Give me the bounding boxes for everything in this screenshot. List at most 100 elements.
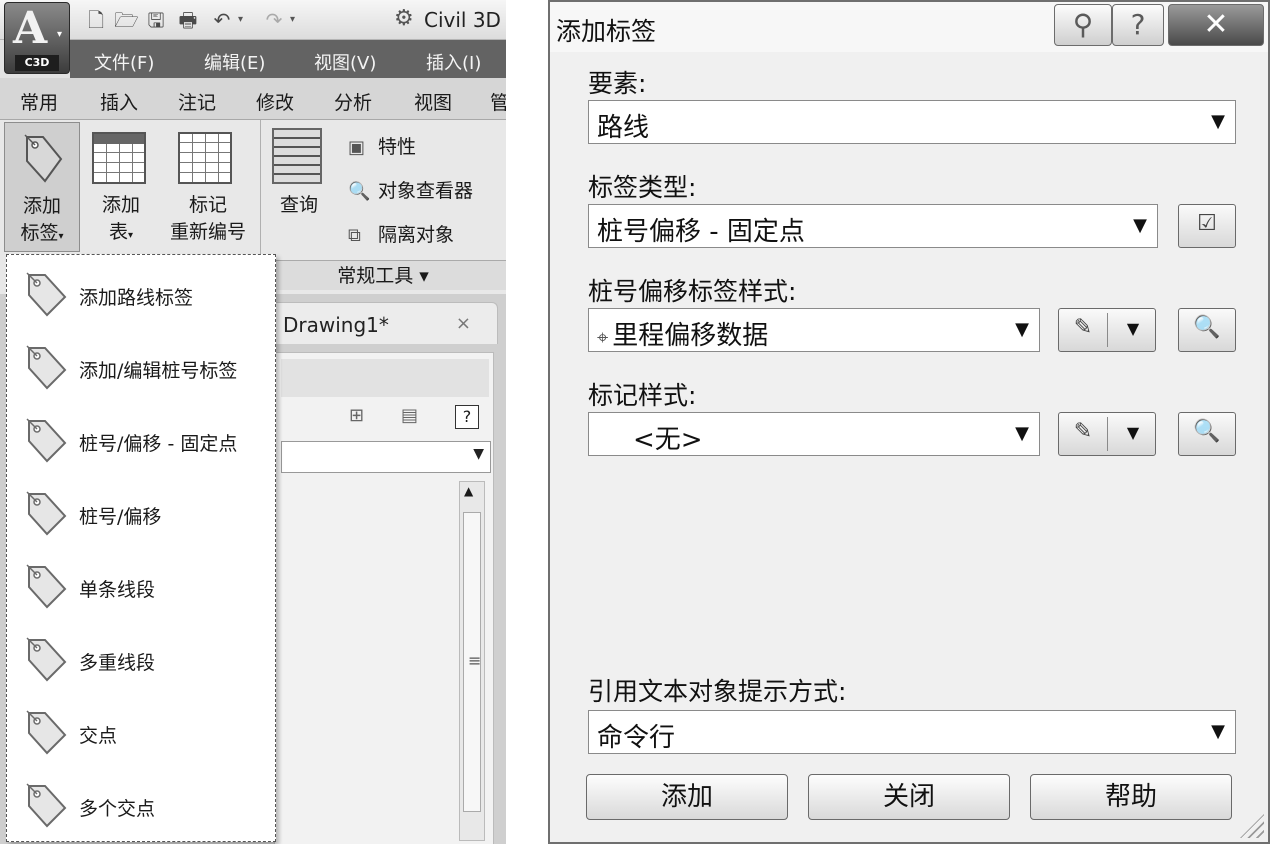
label-type-dropdown[interactable]: 桩号偏移 - 固定点 ▼ xyxy=(588,204,1158,248)
tab-manage[interactable]: 管 xyxy=(490,88,506,115)
preview-magnifier-icon: 🔍 xyxy=(1193,315,1221,340)
add-labels-label-line1: 添加 xyxy=(22,195,61,217)
menu-item-intersection[interactable]: 交点 xyxy=(7,697,275,769)
close-icon: ✕ xyxy=(1203,7,1229,42)
redo-dropdown-icon[interactable]: ▾ xyxy=(290,8,295,32)
new-file-icon[interactable]: 🗋 xyxy=(84,8,108,32)
inquiry-button[interactable]: 查询 xyxy=(264,122,334,252)
add-tables-button[interactable]: 添加 表▾ xyxy=(86,122,156,252)
print-icon[interactable]: 🖶 xyxy=(176,8,200,32)
drawing-tab[interactable]: Drawing1* × xyxy=(266,302,498,344)
preview-magnifier-icon: 🔍 xyxy=(1193,419,1221,444)
tab-view[interactable]: 视图 xyxy=(414,88,452,115)
menu-item-add-edit-station-labels[interactable]: 添加/编辑桩号标签 xyxy=(7,332,275,404)
menu-item-add-alignment-labels[interactable]: 添加路线标签 xyxy=(7,259,275,331)
reference-text-prompt-value: 命令行 xyxy=(597,723,676,753)
marker-style-dropdown[interactable]: <无> ▼ xyxy=(588,412,1040,456)
tab-modify[interactable]: 修改 xyxy=(256,88,294,115)
menu-item-station-offset-fixed-point[interactable]: 桩号/偏移 - 固定点 xyxy=(7,405,275,477)
feature-dropdown[interactable]: 路线 ▼ xyxy=(588,100,1236,144)
chevron-down-icon: ▼ xyxy=(1211,721,1225,742)
general-tools-panel-title[interactable]: 常规工具 ▾ xyxy=(260,260,506,290)
station-style-preview-button[interactable]: 🔍 xyxy=(1178,308,1236,352)
menu-item-station-offset[interactable]: 桩号/偏移 xyxy=(7,478,275,550)
logo-badge: C3D xyxy=(15,55,59,71)
add-button[interactable]: 添加 xyxy=(586,774,788,820)
tab-annotate[interactable]: 注记 xyxy=(178,88,216,115)
toolspace-scrollbar[interactable]: ▲ ≡ xyxy=(459,481,485,841)
renumber-tags-button[interactable]: 标记 重新编号 xyxy=(160,122,256,252)
edit-style-icon: ✎ xyxy=(1073,315,1093,340)
label-type-label: 标签类型: xyxy=(588,173,697,202)
chevron-down-icon: ▼ xyxy=(1015,319,1029,340)
station-offset-style-text: 里程偏移数据 xyxy=(612,321,769,351)
item-view-icon[interactable]: ⊞ xyxy=(349,405,364,426)
workspace-name[interactable]: Civil 3D xyxy=(424,8,501,32)
chevron-down-icon[interactable]: ▼ xyxy=(1111,423,1155,442)
help-icon[interactable]: ? xyxy=(455,405,479,429)
undo-icon[interactable]: ↷ xyxy=(210,8,234,32)
isolate-objects-label: 隔离对象 xyxy=(378,224,455,246)
label-type-list-button[interactable]: ☑ xyxy=(1178,204,1236,248)
label-tag-icon xyxy=(26,637,67,682)
menu-item-label: 桩号/偏移 - 固定点 xyxy=(79,433,238,455)
station-offset-style-dropdown[interactable]: ⌖ 里程偏移数据 ▼ xyxy=(588,308,1040,352)
undo-dropdown-icon[interactable]: ▾ xyxy=(238,8,243,32)
scrollbar-thumb[interactable]: ≡ xyxy=(463,512,481,812)
toolspace-view-dropdown[interactable]: ▼ xyxy=(281,441,491,473)
ribbon-tabs: 常用 插入 注记 修改 分析 视图 管 xyxy=(0,78,506,120)
menu-item-single-segment[interactable]: 单条线段 xyxy=(7,551,275,623)
menu-file[interactable]: 文件(F) xyxy=(94,49,154,75)
isolate-objects-button[interactable]: ⧉ 隔离对象 xyxy=(348,220,454,247)
marker-style-label: 标记样式: xyxy=(588,381,697,410)
help-icon: ? xyxy=(1130,8,1146,41)
menu-item-label: 添加/编辑桩号标签 xyxy=(79,360,238,382)
menu-item-multiple-intersections[interactable]: 多个交点 xyxy=(7,770,275,842)
menu-item-label: 桩号/偏移 xyxy=(79,506,162,528)
feature-value: 路线 xyxy=(597,113,650,143)
dialog-title: 添加标签 xyxy=(556,17,657,46)
help-button[interactable]: ? xyxy=(1112,4,1164,46)
label-tag-icon xyxy=(26,418,67,463)
menu-item-multiple-segment[interactable]: 多重线段 xyxy=(7,624,275,696)
redo-icon[interactable]: ↷ xyxy=(262,8,286,32)
help-dialog-button[interactable]: 帮助 xyxy=(1030,774,1232,820)
dialog-title-bar: 添加标签 ⚲ ? ✕ xyxy=(550,2,1268,52)
application-menu-button[interactable]: A ▾ C3D xyxy=(4,2,70,74)
marker-style-preview-button[interactable]: 🔍 xyxy=(1178,412,1236,456)
tab-insert[interactable]: 插入 xyxy=(100,88,138,115)
tab-analyze[interactable]: 分析 xyxy=(334,88,372,115)
station-offset-style-label: 桩号偏移标签样式: xyxy=(588,277,797,306)
add-labels-button[interactable]: 添加 标签▾ xyxy=(4,122,80,252)
properties-label: 特性 xyxy=(378,136,417,158)
menu-bar: 文件(F) 编辑(E) 视图(V) 插入(I) xyxy=(70,40,506,78)
menu-insert[interactable]: 插入(I) xyxy=(426,49,481,75)
properties-icon: ▣ xyxy=(348,137,366,158)
pin-button[interactable]: ⚲ xyxy=(1054,4,1112,46)
list-view-icon[interactable]: ▤ xyxy=(401,405,418,426)
workspace-gear-icon[interactable]: ⚙ xyxy=(394,6,414,31)
chevron-down-icon[interactable]: ▼ xyxy=(1111,319,1155,338)
scroll-up-icon[interactable]: ▲ xyxy=(464,484,473,498)
menu-view[interactable]: 视图(V) xyxy=(314,49,376,75)
marker-style-edit-split-button[interactable]: ✎ ▼ xyxy=(1058,412,1156,456)
properties-button[interactable]: ▣ 特性 xyxy=(348,132,416,159)
drawing-tab-name: Drawing1* xyxy=(283,313,389,337)
menu-item-label: 交点 xyxy=(79,725,118,747)
menu-item-label: 单条线段 xyxy=(79,579,156,601)
menu-edit[interactable]: 编辑(E) xyxy=(204,49,265,75)
close-dialog-button[interactable]: 关闭 xyxy=(808,774,1010,820)
close-icon[interactable]: × xyxy=(456,313,471,334)
add-labels-label-line2: 标签 xyxy=(20,222,59,244)
save-icon[interactable]: 🖫 xyxy=(144,8,168,32)
close-button[interactable]: ✕ xyxy=(1168,4,1264,46)
reference-text-prompt-dropdown[interactable]: 命令行 ▼ xyxy=(588,710,1236,754)
resize-grip[interactable] xyxy=(1240,814,1264,838)
civil3d-window: 🗋 🗁 🖫 🖶 ↷ ▾ ↷ ▾ ⚙ Civil 3D A ▾ C3D 文件(F)… xyxy=(0,0,506,844)
pin-icon: ⚲ xyxy=(1072,8,1094,41)
object-viewer-button[interactable]: 🔍 对象查看器 xyxy=(348,176,473,203)
app-menu-chevron-down-icon: ▾ xyxy=(57,29,63,40)
tab-home[interactable]: 常用 xyxy=(20,88,58,115)
open-folder-icon[interactable]: 🗁 xyxy=(114,8,139,32)
station-style-edit-split-button[interactable]: ✎ ▼ xyxy=(1058,308,1156,352)
